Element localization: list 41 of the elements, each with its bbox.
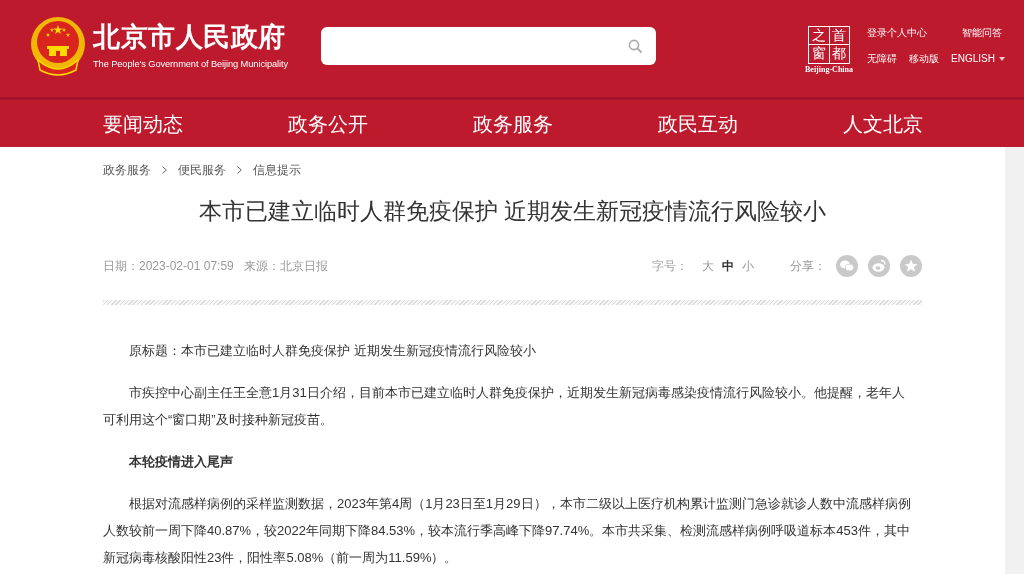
header-link[interactable]: 移动版 [909, 52, 939, 65]
breadcrumb-link[interactable]: 便民服务 [178, 162, 226, 178]
font-size-label: 字号： [652, 258, 688, 274]
logo-character: 首 [829, 26, 849, 44]
article-paragraph: 原标题：本市已建立临时人群免疫保护 近期发生新冠疫情流行风险较小 [128, 342, 537, 360]
logo-character: 之 [809, 26, 829, 44]
font-size-option[interactable]: 中 [722, 258, 734, 274]
article-title: 本市已建立临时人群免疫保护 近期发生新冠疫情流行风险较小 [197, 197, 828, 226]
search-icon[interactable] [628, 38, 642, 53]
logo-character: 窗 [809, 45, 829, 63]
nav-item[interactable]: 人文北京 [843, 110, 923, 137]
article-paragraph: 根据对流感样病例的采样监测数据，2023年第4周（1月23日至1月29日），本市二级以上医疗机构累计监测门急诊就诊人数中流感样病例人数较前一周下降40.87%，较2022年同期下降84.53%，较本流行季高峰下降97.74%。本市共采集、检测流感样病例呼吸道标本453件，其中新冠病毒核酸阳性23件，阳性率5.08%（前一周为11.59%）。 [103, 495, 912, 567]
language-label: ENGLISH [951, 52, 995, 65]
share-label: 分享： [790, 258, 826, 274]
logo-character: 都 [829, 45, 849, 63]
nav-item[interactable]: 政务公开 [288, 110, 368, 137]
search-field[interactable] [321, 26, 656, 65]
swirl-icon[interactable] [868, 255, 890, 277]
header-link[interactable]: 登录个人中心 [867, 26, 927, 39]
header-link[interactable]: 智能问答 [962, 26, 1002, 39]
scrollbar-track[interactable] [1005, 147, 1024, 574]
nav-item[interactable]: 要闻动态 [103, 110, 183, 137]
article-source: 来源：北京日报 [243, 258, 328, 274]
site-subtitle: The People's Government of Beijing Municipality [93, 59, 288, 70]
section-heading: 本轮疫情进入尾声 [128, 453, 234, 471]
nav-item[interactable]: 政务服务 [473, 110, 553, 137]
nav-item[interactable]: 政民互动 [658, 110, 738, 137]
logo-caption: Beijing-China [805, 64, 853, 74]
language-link[interactable]: ENGLISH [951, 52, 1005, 65]
article-paragraph: 市疾控中心副主任王全意1月31日介绍，目前本市已建立临时人群免疫保护，近期发生新冠病毒感染疫情流行风险较小。他提醒，老年人可利用这个“窗口期”及时接种新冠疫苗。 [103, 384, 906, 429]
caret-icon [998, 56, 1005, 61]
breadcrumb-link[interactable]: 政务服务 [103, 162, 151, 178]
site-title: 北京市人民政府 [93, 21, 287, 53]
publish-date: 日期：2023-02-01 07:59 [103, 258, 234, 274]
header-link[interactable]: 无障碍 [867, 52, 897, 65]
chevron-icon [237, 166, 242, 174]
emblem-icon [30, 15, 86, 76]
chat-bubbles-icon[interactable] [836, 255, 858, 277]
chevron-icon [162, 166, 167, 174]
portal-logo[interactable]: 之 首 窗 都 [808, 25, 850, 64]
breadcrumb-link[interactable]: 信息提示 [253, 162, 301, 178]
